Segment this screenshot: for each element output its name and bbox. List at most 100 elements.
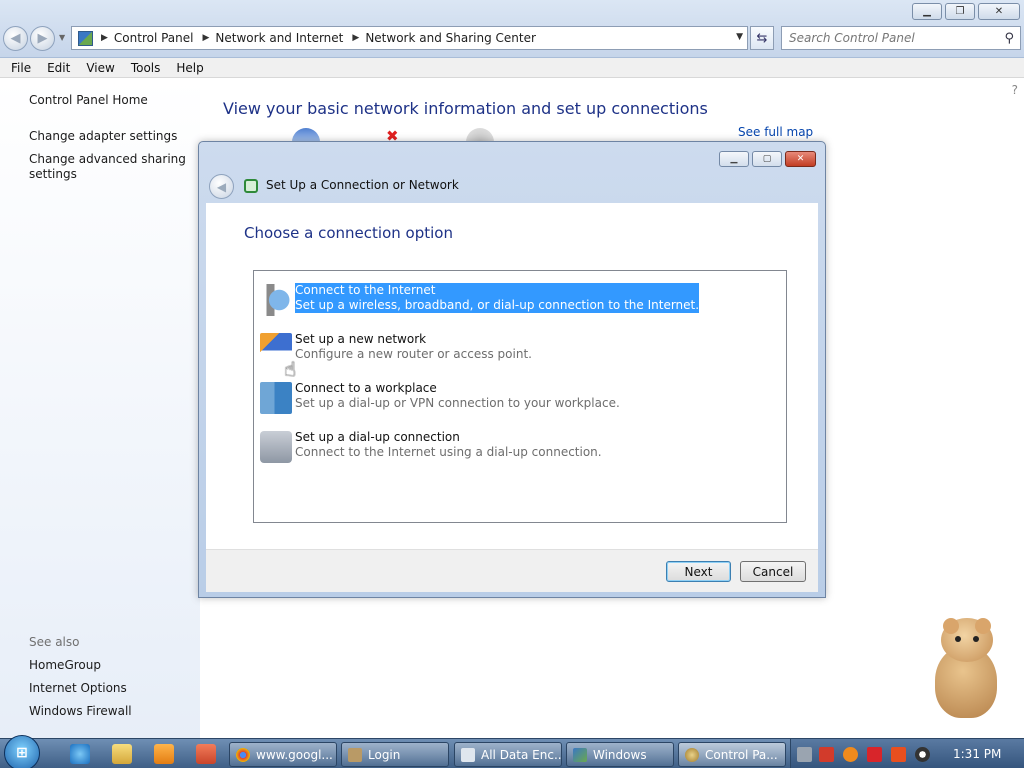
- see-also-label: See also: [29, 635, 80, 649]
- help-icon[interactable]: ?: [1012, 83, 1018, 97]
- option-title: Connect to the Internet: [295, 283, 700, 298]
- taskbar-button-windows[interactable]: Windows: [566, 742, 674, 767]
- control-panel-icon: [685, 747, 699, 762]
- taskbar-button-all-data[interactable]: All Data Enc...: [454, 742, 562, 767]
- taskbar-button-login[interactable]: Login: [341, 742, 449, 767]
- app-launcher-icon[interactable]: [196, 744, 216, 764]
- control-panel-icon: [78, 30, 93, 46]
- windows-logo-icon: ⊞: [16, 745, 28, 761]
- close-button[interactable]: ✕: [978, 3, 1020, 20]
- dialog-title: Set Up a Connection or Network: [266, 178, 459, 192]
- option-description: Connect to the Internet using a dial-up …: [295, 445, 602, 459]
- taskbar-button-label: Login: [368, 747, 401, 762]
- option-title: Set up a dial-up connection: [295, 430, 460, 444]
- breadcrumb-arrow-icon[interactable]: ▶: [203, 33, 210, 43]
- start-button[interactable]: ⊞: [4, 735, 40, 768]
- homegroup-link[interactable]: HomeGroup: [29, 658, 101, 673]
- search-icon[interactable]: ⚲: [1004, 31, 1014, 46]
- next-button[interactable]: Next: [666, 561, 731, 582]
- page-title: View your basic network information and …: [223, 99, 708, 118]
- internet-globe-icon: [260, 284, 292, 316]
- media-player-icon[interactable]: [154, 744, 174, 764]
- search-input[interactable]: Search Control Panel ⚲: [781, 26, 1021, 50]
- taskbar-clock[interactable]: 1:31 PM: [953, 747, 1001, 761]
- address-bar[interactable]: ▶ Control Panel ▶ Network and Internet ▶…: [71, 26, 748, 50]
- taskbar-button-control-panel[interactable]: Control Pa...: [678, 742, 786, 767]
- tray-network-icon[interactable]: [797, 747, 812, 762]
- change-advanced-sharing-link[interactable]: Change advanced sharing settings: [29, 152, 189, 182]
- internet-options-link[interactable]: Internet Options: [29, 681, 127, 696]
- document-icon: [461, 747, 475, 762]
- dialog-button-bar: Next Cancel: [206, 549, 818, 592]
- change-adapter-settings-link[interactable]: Change adapter settings: [29, 129, 177, 144]
- login-icon: [348, 747, 362, 762]
- recent-pages-dropdown[interactable]: ▼: [59, 33, 65, 42]
- back-button[interactable]: ◀: [3, 26, 28, 51]
- menu-bar: File Edit View Tools Help: [0, 58, 1024, 78]
- explorer-title-bar: ▁ ❐ ✕ ◀ ▶ ▼ ▶ Control Panel ▶ Network an…: [0, 0, 1024, 58]
- dialog-close-button[interactable]: ✕: [785, 151, 816, 167]
- tray-search-icon[interactable]: [843, 747, 858, 762]
- windows-icon: [573, 747, 587, 762]
- see-full-map-link[interactable]: See full map: [738, 125, 813, 139]
- breadcrumb-sharing-center[interactable]: Network and Sharing Center: [365, 31, 536, 45]
- hamster-ear: [943, 618, 959, 634]
- hamster-head: [941, 618, 993, 662]
- network-setup-icon: [244, 179, 258, 193]
- control-panel-home-link[interactable]: Control Panel Home: [29, 93, 148, 108]
- hamster-eye: [973, 636, 979, 642]
- windows-firewall-link[interactable]: Windows Firewall: [29, 704, 132, 719]
- menu-view[interactable]: View: [78, 61, 122, 75]
- menu-edit[interactable]: Edit: [39, 61, 78, 75]
- breadcrumb-arrow-icon[interactable]: ▶: [101, 33, 108, 43]
- computer-icon[interactable]: [292, 128, 320, 142]
- minimize-button[interactable]: ▁: [912, 3, 942, 20]
- tray-check-icon[interactable]: [819, 747, 834, 762]
- taskbar-button-chrome[interactable]: www.googl...: [229, 742, 337, 767]
- dialog-caption-buttons: ▁ ▢ ✕: [716, 151, 816, 167]
- option-connect-internet[interactable]: Connect to the Internet Set up a wireles…: [258, 281, 778, 326]
- connection-options-list[interactable]: Connect to the Internet Set up a wireles…: [253, 270, 787, 523]
- system-tray: 1:31 PM: [790, 739, 1024, 768]
- breadcrumb-network-internet[interactable]: Network and Internet: [215, 31, 343, 45]
- option-description: Configure a new router or access point.: [295, 347, 532, 361]
- option-title: Set up a new network: [295, 332, 427, 346]
- tray-flag-icon[interactable]: [867, 747, 882, 762]
- dialog-minimize-button[interactable]: ▁: [719, 151, 749, 167]
- option-new-network[interactable]: Set up a new network Configure a new rou…: [258, 330, 778, 375]
- refresh-button[interactable]: ⇆: [750, 26, 774, 50]
- taskbar-button-label: All Data Enc...: [481, 747, 562, 762]
- option-dialup[interactable]: Set up a dial-up connection Connect to t…: [258, 428, 778, 473]
- tray-app-icon[interactable]: [891, 747, 906, 762]
- dialog-back-button[interactable]: ◀: [209, 174, 234, 199]
- option-title: Connect to a workplace: [295, 381, 437, 395]
- disconnected-x-icon: ✖: [386, 127, 399, 145]
- windows-explorer-icon[interactable]: [112, 744, 132, 764]
- address-dropdown-icon[interactable]: ▼: [736, 32, 743, 42]
- left-task-pane: Control Panel Home Change adapter settin…: [0, 79, 200, 738]
- tray-volume-icon[interactable]: [915, 747, 930, 762]
- dialog-heading: Choose a connection option: [244, 224, 453, 242]
- option-description: Set up a dial-up or VPN connection to yo…: [295, 396, 620, 410]
- refresh-icon: ⇆: [756, 30, 768, 46]
- menu-file[interactable]: File: [3, 61, 39, 75]
- hamster-mascot-icon[interactable]: [925, 616, 1005, 720]
- taskbar-button-label: Control Pa...: [705, 747, 778, 762]
- dialog-content: Choose a connection option Connect to th…: [206, 203, 818, 549]
- hamster-ear: [975, 618, 991, 634]
- menu-help[interactable]: Help: [168, 61, 211, 75]
- dialog-maximize-button[interactable]: ▢: [752, 151, 782, 167]
- option-workplace[interactable]: Connect to a workplace Set up a dial-up …: [258, 379, 778, 424]
- taskbar-button-label: www.googl...: [256, 747, 333, 762]
- breadcrumb-control-panel[interactable]: Control Panel: [114, 31, 194, 45]
- internet-globe-icon[interactable]: [466, 128, 494, 142]
- window-caption-buttons: ▁ ❐ ✕: [909, 3, 1020, 20]
- forward-button[interactable]: ▶: [30, 26, 55, 51]
- cancel-button[interactable]: Cancel: [740, 561, 806, 582]
- internet-explorer-icon[interactable]: [70, 744, 90, 764]
- taskbar-button-label: Windows: [593, 747, 647, 762]
- breadcrumb-arrow-icon[interactable]: ▶: [352, 33, 359, 43]
- hand-cursor-icon: ☝: [284, 357, 297, 381]
- menu-tools[interactable]: Tools: [123, 61, 169, 75]
- maximize-button[interactable]: ❐: [945, 3, 975, 20]
